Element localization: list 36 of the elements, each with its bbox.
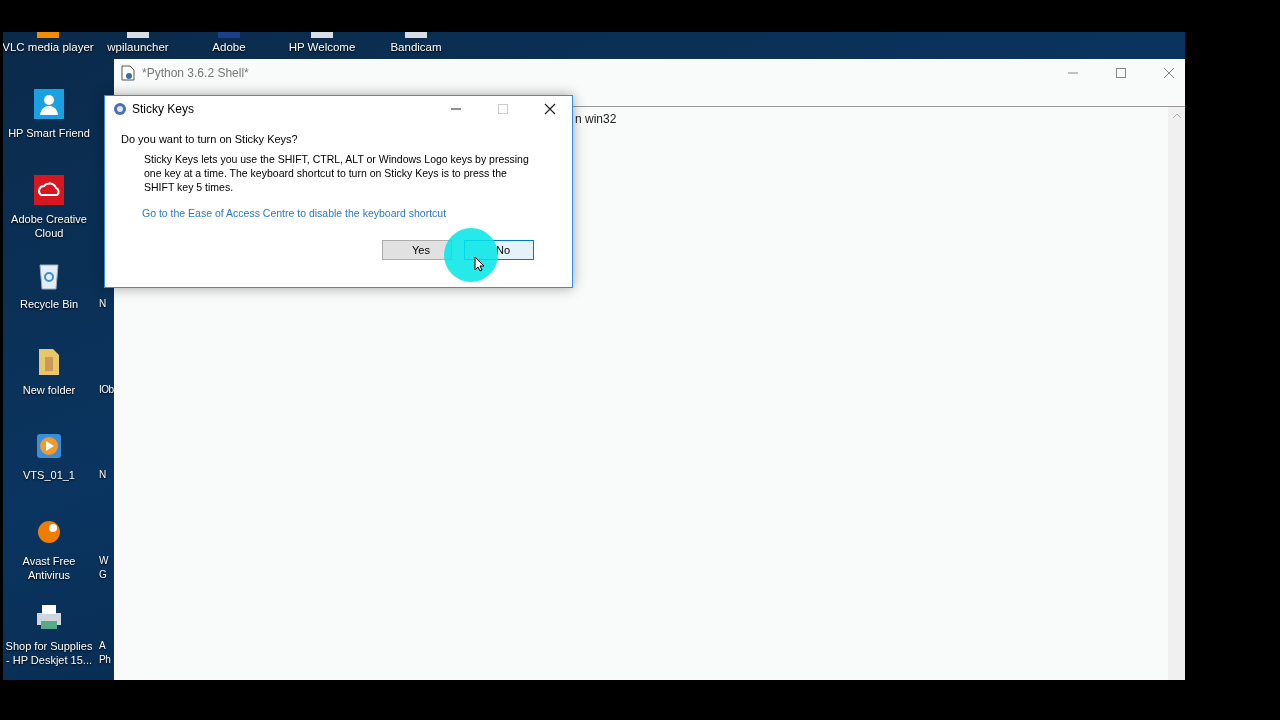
icon-label: IOb — [99, 382, 115, 397]
icon-label: VTS_01_1 — [23, 468, 75, 482]
icon-label: Bandicam — [390, 40, 442, 54]
accessibility-icon — [113, 102, 127, 116]
icon-label: VLC media player — [3, 40, 94, 54]
app-icon[interactable] — [403, 32, 429, 40]
icon-label: A Ph — [99, 639, 112, 667]
app-icon[interactable] — [35, 32, 61, 40]
icon-label: Adobe — [212, 40, 246, 54]
icon-label: N — [99, 468, 107, 482]
icon-label: HP Smart Friend — [8, 126, 90, 140]
maximize-icon — [497, 103, 509, 115]
maximize-icon[interactable] — [1115, 67, 1127, 79]
icon-label: N — [99, 297, 107, 311]
icon-label: Recycle Bin — [19, 297, 79, 311]
close-icon[interactable] — [544, 103, 556, 115]
icon-label: W G — [99, 553, 110, 582]
pointer-icon — [474, 256, 485, 272]
window-title: *Python 3.6.2 Shell* — [142, 66, 249, 80]
window-title: Sticky Keys — [132, 102, 194, 116]
icon-label: New folder — [22, 382, 76, 397]
person-icon[interactable] — [33, 88, 65, 120]
icon-label: Avast Free Antivirus — [21, 553, 77, 582]
icon-label: Adobe Creative Cloud — [10, 211, 88, 240]
ease-of-access-link[interactable]: Go to the Ease of Access Centre to disable the keyboard shortcut — [121, 194, 552, 219]
icon-label: HP Welcome — [288, 40, 356, 54]
scrollbar[interactable] — [1168, 107, 1185, 680]
shell-output: n win32 — [575, 112, 617, 126]
icon-label: Shop for Supplies - HP Deskjet 15... — [4, 639, 94, 667]
app-icon[interactable] — [125, 32, 151, 40]
dialog-question: Do you want to turn on Sticky Keys? — [121, 133, 299, 145]
app-icon[interactable] — [309, 32, 335, 40]
cloud-icon[interactable] — [33, 173, 65, 206]
python-file-icon — [120, 65, 136, 81]
dialog-message: Sticky Keys lets you use the SHIFT, CTRL, ALT or Windows Logo keys by pressing one key at a time. The keyboard shortcut to turn on Sticky Keys is to press the SHIFT key 5 times. — [143, 152, 530, 194]
icon-label: wpilauncher — [107, 40, 169, 54]
